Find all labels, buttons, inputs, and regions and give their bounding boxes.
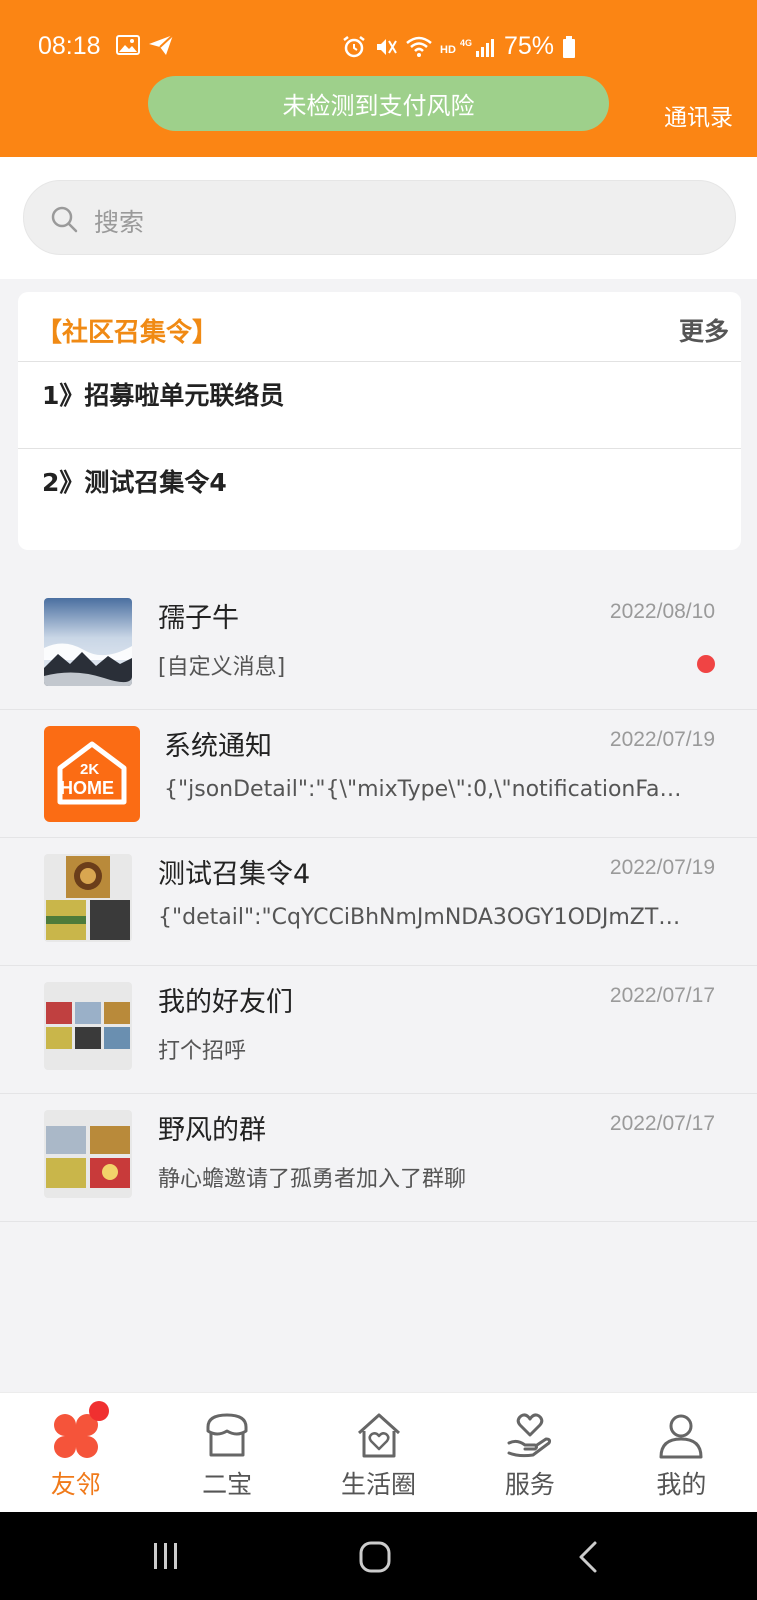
chat-avatar (44, 598, 132, 686)
chat-preview: {"jsonDetail":"{\"mixType\":0,\"notifica… (164, 777, 682, 802)
avatar-text: HOME (60, 778, 114, 798)
svg-text:HD: HD (440, 44, 456, 56)
chat-row[interactable]: 我的好友们 2022/07/17 打个招呼 (0, 966, 757, 1094)
chat-row[interactable]: 测试召集令4 2022/07/19 {"detail":"CqYCCiBhNmJ… (0, 838, 757, 966)
chat-avatar: 2K HOME (44, 726, 140, 822)
chat-preview: [自定义消息] (158, 655, 286, 680)
announcement-item[interactable]: 1》招募啦单元联络员 (42, 376, 284, 412)
battery-percent: 75% (504, 32, 555, 60)
chat-name: 我的好友们 (158, 987, 293, 1018)
home-button[interactable] (358, 1540, 392, 1578)
gallery-icon (116, 34, 140, 56)
chat-name: 野风的群 (158, 1115, 266, 1146)
chat-name: 孺子牛 (158, 603, 239, 634)
chat-time: 2022/08/10 (609, 600, 715, 623)
tab-erbao[interactable]: 二宝 (151, 1393, 302, 1512)
search-section: 搜索 (0, 157, 757, 279)
status-time: 08:18 (38, 32, 101, 60)
payment-risk-banner[interactable]: 未检测到支付风险 (148, 76, 609, 131)
tab-label: 二宝 (202, 1470, 253, 1499)
chat-avatar (44, 982, 132, 1070)
chat-preview: 静心蟾邀请了孤勇者加入了群聊 (158, 1167, 467, 1192)
bottom-tab-bar: 友邻 二宝 生活圈 服务 我的 (0, 1392, 757, 1512)
chat-time: 2022/07/19 (609, 728, 715, 751)
send-icon (148, 34, 174, 56)
back-button[interactable] (576, 1540, 600, 1578)
tab-shenghuoquan[interactable]: 生活圈 (303, 1393, 454, 1512)
chat-time: 2022/07/17 (609, 1112, 715, 1135)
more-button[interactable]: 更多 (679, 312, 729, 348)
avatar-text: 2K (80, 761, 99, 778)
shop-icon (202, 1411, 252, 1465)
app-header: 08:18 HD 4G 75% 未检测到支付风险 通讯录 (0, 0, 757, 157)
announcement-item[interactable]: 2》测试召集令4 (42, 463, 227, 499)
chat-preview: {"detail":"CqYCCiBhNmJmNDA3OGY1ODJmZT… (158, 905, 681, 930)
chat-avatar (44, 854, 132, 942)
divider (18, 448, 741, 449)
alarm-icon (342, 35, 366, 59)
chat-time: 2022/07/17 (609, 984, 715, 1007)
recents-button[interactable] (150, 1540, 182, 1576)
search-placeholder: 搜索 (94, 208, 145, 237)
tab-label: 我的 (656, 1470, 707, 1499)
tab-wode[interactable]: 我的 (606, 1393, 757, 1512)
community-announcement-card: 【社区召集令】 更多 1》招募啦单元联络员 2》测试召集令4 (18, 292, 741, 550)
tab-fuwu[interactable]: 服务 (454, 1393, 605, 1512)
home-heart-icon (354, 1411, 404, 1465)
hand-heart-icon (505, 1411, 555, 1465)
mute-icon (374, 35, 398, 59)
person-icon (656, 1411, 706, 1465)
chat-row[interactable]: 野风的群 2022/07/17 静心蟾邀请了孤勇者加入了群聊 (0, 1094, 757, 1222)
chat-time: 2022/07/19 (609, 856, 715, 879)
tab-label: 友邻 (50, 1470, 101, 1499)
chat-name: 测试召集令4 (158, 859, 311, 890)
signal-icon: HD 4G (440, 36, 496, 58)
contacts-button[interactable]: 通讯录 (664, 98, 733, 132)
tab-youlin[interactable]: 友邻 (0, 1393, 151, 1512)
svg-text:4G: 4G (460, 38, 472, 48)
chat-name: 系统通知 (164, 731, 272, 762)
chat-preview: 打个招呼 (158, 1039, 247, 1064)
tab-label: 服务 (504, 1470, 555, 1499)
chat-row[interactable]: 2K HOME 系统通知 2022/07/19 {"jsonDetail":"{\… (0, 710, 757, 838)
tab-badge (89, 1401, 109, 1421)
chat-row[interactable]: 孺子牛 2022/08/10 [自定义消息] (0, 582, 757, 710)
tab-label: 生活圈 (341, 1470, 417, 1499)
search-icon (50, 205, 78, 237)
announcement-title: 【社区召集令】 (36, 318, 219, 348)
wifi-icon (406, 36, 432, 58)
divider (18, 361, 741, 362)
battery-icon (562, 35, 576, 59)
system-nav-bar (0, 1512, 757, 1600)
chat-avatar (44, 1110, 132, 1198)
search-input[interactable]: 搜索 (23, 180, 736, 255)
unread-dot (697, 655, 715, 673)
status-bar: 08:18 HD 4G 75% (0, 26, 757, 66)
